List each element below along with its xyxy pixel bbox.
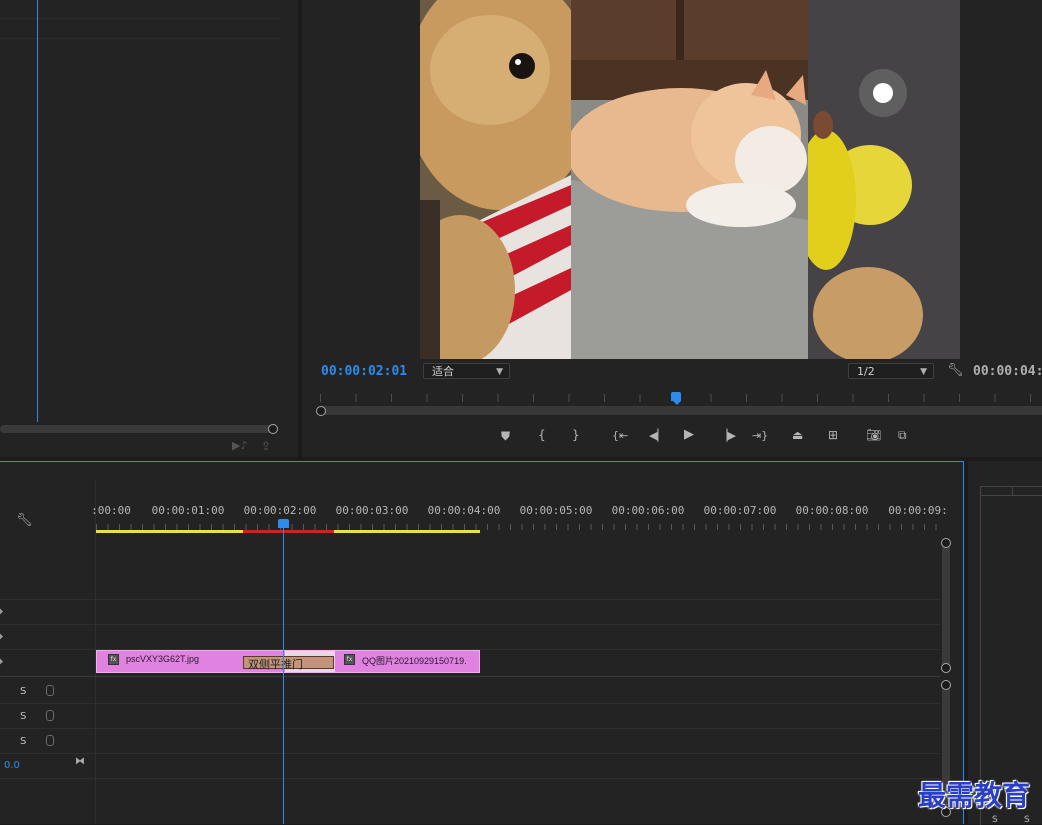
- wrench-icon[interactable]: 🔧︎: [947, 364, 964, 377]
- watermark-logo: 最需教育: [918, 779, 1031, 812]
- program-monitor-panel: 00:00:02:01 适合 ▼ 1/2 ▼ 🔧︎ 00:00:04:0 ⛊ {…: [302, 0, 1042, 457]
- go-to-out-icon[interactable]: ⇥}: [752, 430, 768, 442]
- ruler-label-2: 00:00:02:00: [243, 504, 317, 517]
- timeline-playhead-handle[interactable]: [278, 519, 289, 528]
- go-to-in-icon[interactable]: {⇤: [612, 430, 628, 442]
- lift-icon[interactable]: ⏏︎: [792, 429, 803, 441]
- source-monitor-panel: ▶♪ ⇪: [0, 0, 298, 457]
- render-needed-bar: [243, 530, 334, 533]
- fit-dropdown-value: 适合: [432, 365, 454, 378]
- track-divider: [0, 676, 940, 677]
- ruler-label-1: 00:00:01:00: [151, 504, 225, 517]
- video-tracks-scrollbar[interactable]: [942, 544, 950, 668]
- ruler-label-0: :00:00: [91, 504, 131, 517]
- clip-name-label: QQ图片20210929150719.: [362, 656, 467, 666]
- fx-badge-icon: fx: [108, 654, 119, 665]
- microphone-icon[interactable]: [46, 710, 54, 721]
- export-icon[interactable]: ⇪: [261, 440, 271, 452]
- program-current-timecode[interactable]: 00:00:02:01: [321, 364, 407, 379]
- audio-meter-divider: [1012, 486, 1013, 496]
- track-divider: [0, 728, 940, 729]
- master-volume-value[interactable]: 0.0: [4, 760, 20, 771]
- extract-icon[interactable]: ⊞: [828, 429, 838, 441]
- program-playhead-marker-tip: [673, 401, 681, 405]
- drag-audio-icon[interactable]: ▶♪: [232, 440, 247, 452]
- ruler-label-4: 00:00:04:00: [427, 504, 501, 517]
- teddy-bear-image: [420, 0, 571, 359]
- program-scrub-bar[interactable]: [320, 406, 1042, 415]
- track-divider: [0, 753, 940, 754]
- video-scroll-top-handle[interactable]: [941, 538, 951, 548]
- mark-in-icon[interactable]: {: [538, 429, 546, 441]
- program-playhead-marker[interactable]: [671, 392, 681, 401]
- resolution-dropdown[interactable]: 1/2 ▼: [848, 363, 934, 379]
- resolution-dropdown-value: 1/2: [857, 365, 875, 378]
- timeline-playhead-line[interactable]: [283, 527, 284, 824]
- timeline-settings-wrench-icon[interactable]: 🔧︎: [16, 514, 33, 527]
- source-zoom-handle[interactable]: [268, 424, 278, 434]
- ruler-label-7: 00:00:07:00: [703, 504, 777, 517]
- source-monitor-guide-line: [0, 38, 280, 39]
- program-ruler-ticks: [320, 394, 1042, 402]
- transition-clip[interactable]: 双侧平推门: [243, 656, 334, 671]
- audio-solo-button[interactable]: S: [20, 736, 26, 747]
- ruler-label-3: 00:00:03:00: [335, 504, 409, 517]
- track-divider: [0, 778, 940, 779]
- chevron-down-icon: ▼: [496, 367, 503, 377]
- transition-name-label: 双侧平推门: [248, 658, 303, 671]
- video-scroll-bottom-handle[interactable]: [941, 663, 951, 673]
- step-back-icon[interactable]: ◀▏: [649, 430, 666, 442]
- clip-name-label: pscVXY3G62T.jpg: [126, 654, 200, 664]
- ruler-label-6: 00:00:06:00: [611, 504, 685, 517]
- master-track-expand-icon[interactable]: ⧓: [75, 756, 85, 768]
- export-frame-icon[interactable]: 📷︎: [866, 429, 881, 441]
- ruler-label-9: 00:00:09:: [888, 504, 948, 517]
- comparison-view-icon[interactable]: ⧉: [898, 429, 907, 441]
- track-divider: [0, 599, 940, 600]
- ruler-label-8: 00:00:08:00: [795, 504, 869, 517]
- audio-meter-header-line: [980, 495, 1042, 496]
- step-forward-icon[interactable]: ▕▶: [719, 430, 736, 442]
- fit-dropdown[interactable]: 适合 ▼: [423, 363, 510, 379]
- cat-image: [571, 0, 808, 359]
- source-monitor-guide-line: [0, 18, 280, 19]
- mark-out-icon[interactable]: }: [572, 429, 580, 441]
- track-divider: [0, 703, 940, 704]
- chevron-down-icon: ▼: [920, 367, 927, 377]
- source-zoom-scrollbar[interactable]: [0, 425, 272, 433]
- source-playhead-line: [37, 0, 38, 422]
- microphone-icon[interactable]: [46, 735, 54, 746]
- audio-meters-panel: S S: [968, 461, 1042, 825]
- audio-solo-button[interactable]: S: [20, 711, 26, 722]
- fx-badge-icon: fx: [344, 654, 355, 665]
- track-divider: [0, 624, 940, 625]
- ruler-label-5: 00:00:05:00: [519, 504, 593, 517]
- audio-solo-button[interactable]: S: [20, 686, 26, 697]
- program-zoom-handle-left[interactable]: [316, 406, 326, 416]
- add-marker-icon[interactable]: ⛊: [501, 430, 510, 442]
- program-video-frame: [420, 0, 960, 359]
- toy-duck-image: [808, 0, 960, 359]
- program-end-timecode: 00:00:04:0: [973, 364, 1042, 379]
- microphone-icon[interactable]: [46, 685, 54, 696]
- play-icon[interactable]: ▶: [684, 428, 694, 441]
- audio-scroll-top-handle[interactable]: [941, 680, 951, 690]
